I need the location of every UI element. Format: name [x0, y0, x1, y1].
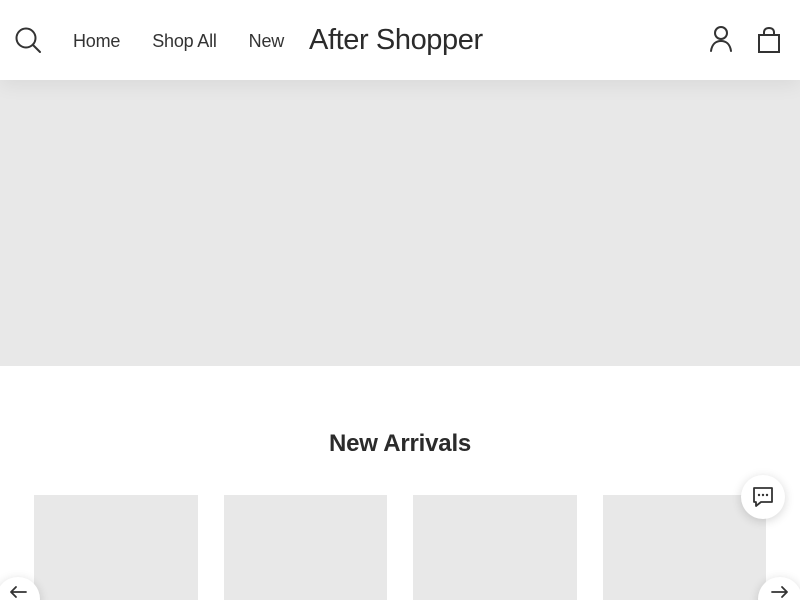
main-navigation: Home Shop All New: [73, 29, 284, 53]
arrow-right-icon: [771, 586, 788, 598]
cart-button[interactable]: [754, 24, 784, 56]
product-card[interactable]: [413, 495, 577, 600]
new-arrivals-heading: New Arrivals: [328, 430, 472, 457]
hero-banner: [0, 80, 800, 366]
search-button[interactable]: [12, 24, 44, 56]
user-icon: [710, 26, 732, 52]
arrow-left-icon: [10, 586, 27, 598]
search-icon: [15, 27, 41, 53]
product-card[interactable]: [603, 495, 766, 600]
site-header: Home Shop All New After Shopper: [0, 0, 800, 80]
chat-bubble-icon: [753, 487, 773, 507]
nav-link-home[interactable]: Home: [73, 29, 120, 53]
nav-link-new[interactable]: New: [249, 29, 285, 53]
product-card[interactable]: [224, 495, 387, 600]
shopping-bag-icon: [758, 26, 780, 53]
nav-link-shop-all[interactable]: Shop All: [152, 29, 217, 53]
product-card[interactable]: [34, 495, 198, 600]
account-button[interactable]: [706, 24, 736, 54]
chat-button[interactable]: [741, 475, 785, 519]
brand-logo[interactable]: After Shopper: [309, 22, 483, 58]
